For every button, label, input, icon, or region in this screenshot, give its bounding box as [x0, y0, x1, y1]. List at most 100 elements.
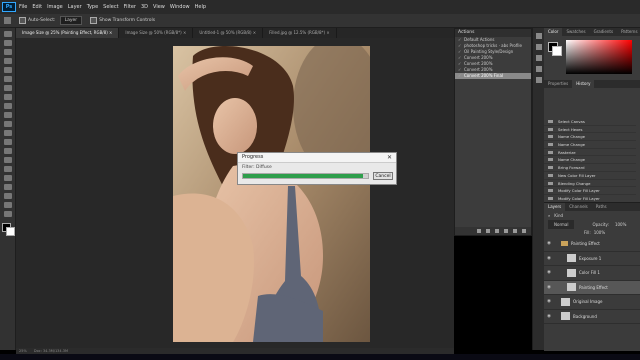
action-check-icon[interactable]: ✓ [458, 62, 462, 66]
action-check-icon[interactable]: ✓ [458, 38, 462, 42]
menu-view[interactable]: View [153, 4, 165, 10]
history-item[interactable]: Select Canvas [544, 118, 636, 126]
eye-icon[interactable]: ◉ [547, 256, 553, 261]
actions-panel-title[interactable]: Actions [455, 29, 531, 37]
record-icon[interactable] [486, 229, 490, 233]
trash-icon[interactable] [522, 229, 526, 233]
history-brush-tool-icon[interactable] [3, 121, 12, 127]
history-item[interactable]: Blending Change [544, 180, 636, 188]
new-set-icon[interactable] [504, 229, 508, 233]
cancel-button[interactable]: Cancel [373, 172, 393, 180]
background-color-swatch[interactable] [5, 227, 15, 236]
show-transform-checkbox[interactable] [90, 17, 98, 24]
tab-gradients[interactable]: Gradients [590, 28, 618, 36]
history-item[interactable]: Modify Color Fill Layer [544, 187, 636, 195]
menu-window[interactable]: Window [170, 4, 190, 10]
menu-layer[interactable]: Layer [68, 4, 82, 10]
eye-icon[interactable]: ◉ [547, 270, 553, 275]
frame-tool-icon[interactable] [3, 76, 12, 82]
shape-tool-icon[interactable] [3, 193, 12, 199]
tab-swatches[interactable]: Swatches [562, 28, 589, 36]
eye-icon[interactable]: ◉ [547, 241, 553, 246]
eyedropper-tool-icon[interactable] [3, 85, 12, 91]
pen-tool-icon[interactable] [3, 166, 12, 172]
menu-filter[interactable]: Filter [124, 4, 136, 10]
tab-filled[interactable]: Filled.jpg @ 12.5% (RGB/8*) × [263, 28, 337, 38]
blur-tool-icon[interactable] [3, 148, 12, 154]
move-tool-icon[interactable] [4, 17, 11, 24]
action-check-icon[interactable]: ✓ [458, 68, 462, 72]
document-image[interactable] [173, 46, 370, 342]
close-icon[interactable]: ✕ [387, 153, 392, 162]
menu-3d[interactable]: 3D [141, 4, 148, 10]
layer-row[interactable]: ◉ Color Fill 1 [544, 266, 640, 281]
layer-row[interactable]: ◉ Painting Effect [544, 280, 640, 295]
history-item[interactable]: Name Change [544, 156, 636, 165]
history-item[interactable]: Bring Forward [544, 164, 636, 172]
tab-channels[interactable]: Channels [565, 203, 592, 211]
history-item[interactable]: New Color Fill Layer [544, 172, 636, 180]
tab-layers[interactable]: Layers [544, 203, 566, 211]
opacity-value[interactable]: 100% [615, 220, 626, 229]
tab-paths[interactable]: Paths [592, 203, 611, 211]
history-item[interactable]: Name Change [544, 133, 636, 142]
stamp-tool-icon[interactable] [3, 112, 12, 118]
tab-image-size-25[interactable]: Image Size @ 25% (Painting Effect, RGB/8… [16, 28, 120, 38]
fill-value[interactable]: 100% [594, 229, 605, 237]
menu-image[interactable]: Image [47, 4, 63, 10]
hand-tool-icon[interactable] [3, 202, 12, 208]
eye-icon[interactable]: ◉ [547, 285, 553, 290]
tab-color[interactable]: Color [544, 28, 563, 36]
move-tool-icon[interactable] [3, 31, 12, 37]
zoom-level[interactable]: 25% [19, 349, 27, 353]
menu-edit[interactable]: Edit [32, 4, 42, 10]
color-swatches[interactable] [1, 223, 15, 236]
action-check-icon[interactable]: ✓ [458, 56, 462, 60]
gradient-tool-icon[interactable] [3, 139, 12, 145]
layer-filter-kind[interactable]: Kind [554, 211, 563, 220]
path-select-tool-icon[interactable] [3, 184, 12, 190]
eye-icon[interactable]: ◉ [547, 299, 553, 304]
layer-row[interactable]: ◉ Exposure 1 [544, 252, 640, 266]
tab-history[interactable]: History [572, 80, 595, 88]
brush-tool-icon[interactable] [3, 103, 12, 109]
action-check-icon[interactable]: ✓ [458, 44, 462, 48]
healing-tool-icon[interactable] [3, 94, 12, 100]
menu-help[interactable]: Help [195, 4, 206, 10]
menu-select[interactable]: Select [103, 4, 118, 10]
history-item[interactable]: Rasterize [544, 149, 636, 157]
auto-select-dropdown[interactable]: Layer [59, 16, 83, 25]
history-item[interactable]: Name Change [544, 141, 636, 149]
stop-icon[interactable] [477, 229, 481, 233]
type-tool-icon[interactable] [3, 175, 12, 181]
history-item[interactable]: Select Hexes [544, 126, 636, 134]
tab-untitled[interactable]: Untitled-1 @ 50% (RGB/8) × [193, 28, 264, 38]
layer-row[interactable]: ◉ Background [544, 310, 640, 324]
marquee-tool-icon[interactable] [3, 40, 12, 46]
tab-patterns[interactable]: Patterns [617, 28, 640, 36]
play-icon[interactable] [495, 229, 499, 233]
blend-mode-select[interactable]: Normal [548, 220, 575, 229]
crop-tool-icon[interactable] [3, 67, 12, 73]
color-picker[interactable] [544, 36, 640, 78]
history-panel-icon[interactable] [536, 66, 542, 72]
tab-properties[interactable]: Properties [544, 80, 572, 88]
action-check-icon[interactable]: ✓ [458, 50, 462, 54]
tab-image-size-50[interactable]: Image Size @ 50% (RGB/8*) × [119, 28, 194, 38]
dodge-tool-icon[interactable] [3, 157, 12, 163]
eraser-tool-icon[interactable] [3, 130, 12, 136]
background-color-chip[interactable] [552, 46, 562, 56]
action-item[interactable]: ✓ Convert 200% Final [455, 73, 531, 79]
menu-type[interactable]: Type [87, 4, 98, 10]
eye-icon[interactable]: ◉ [547, 314, 553, 319]
color-panel-icon[interactable] [536, 33, 542, 39]
new-action-icon[interactable] [513, 229, 517, 233]
properties-panel-icon[interactable] [536, 55, 542, 61]
auto-select-checkbox[interactable] [19, 17, 26, 24]
layer-row[interactable]: ◉ Original Image [544, 295, 640, 310]
layer-row[interactable]: ◉ Painting Effect [544, 237, 640, 252]
swatches-panel-icon[interactable] [536, 44, 542, 50]
quick-select-tool-icon[interactable] [3, 58, 12, 64]
menu-file[interactable]: File [19, 4, 27, 10]
lasso-tool-icon[interactable] [3, 49, 12, 55]
